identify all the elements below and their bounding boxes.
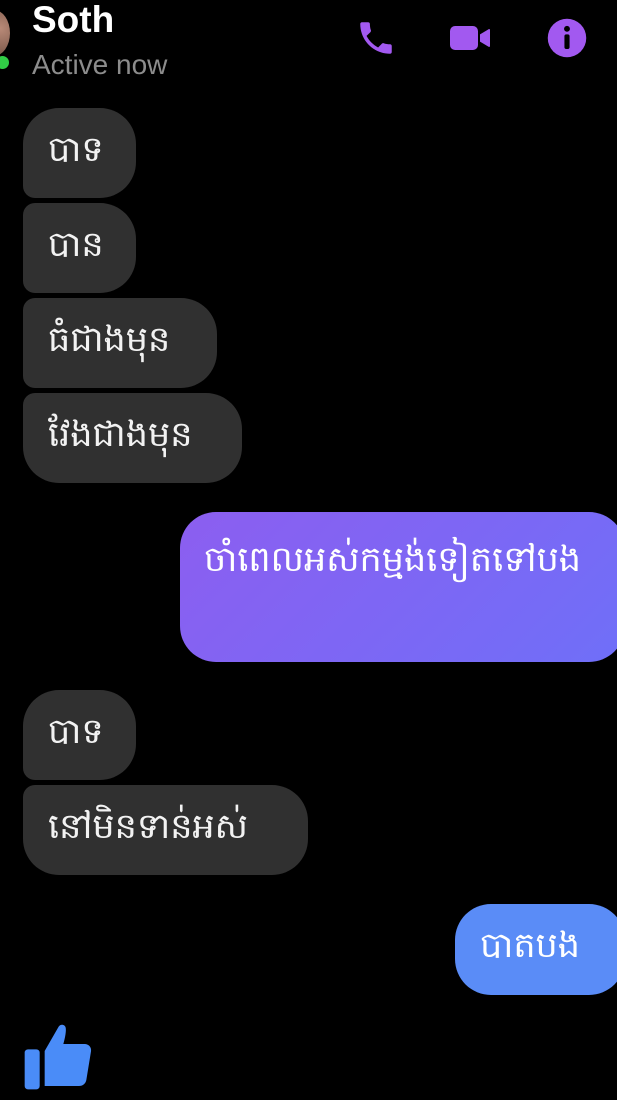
chat-header: Soth Active now [0, 0, 617, 95]
online-status-dot [0, 54, 11, 71]
contact-status: Active now [32, 49, 168, 80]
info-button[interactable] [543, 14, 591, 62]
video-camera-icon [450, 26, 490, 50]
info-icon [547, 18, 587, 58]
avatar[interactable] [0, 10, 10, 56]
like-button[interactable] [18, 1016, 98, 1096]
message-bubble-incoming[interactable]: បាទ [23, 108, 136, 198]
message-bubble-outgoing[interactable]: ចាំពេលអស់កម្មង់ទៀតទៅបង [180, 512, 617, 662]
call-button[interactable] [352, 14, 400, 62]
message-bubble-incoming[interactable]: ធំជាងមុន [23, 298, 217, 388]
thumbs-up-icon [24, 1024, 92, 1090]
message-bubble-outgoing[interactable]: បាតបង [455, 904, 617, 995]
phone-icon [360, 22, 392, 54]
message-bubble-incoming[interactable]: បាទ [23, 690, 136, 780]
message-bubble-incoming[interactable]: វែងជាងមុន [23, 393, 242, 483]
contact-name[interactable]: Soth [32, 0, 114, 42]
message-bubble-incoming[interactable]: បាន [23, 203, 136, 293]
video-call-button[interactable] [446, 14, 494, 62]
message-bubble-incoming[interactable]: នៅមិនទាន់អស់ [23, 785, 308, 875]
